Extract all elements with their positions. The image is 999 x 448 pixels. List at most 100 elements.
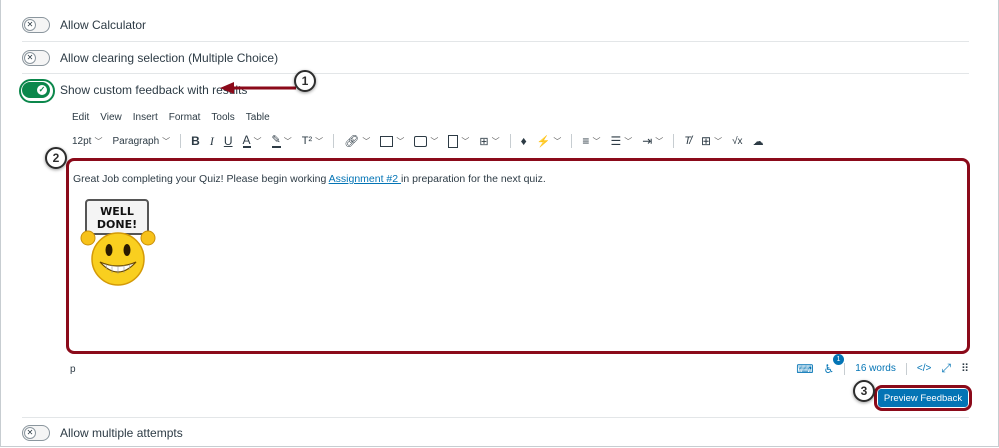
italic-icon[interactable]: I: [210, 134, 214, 149]
option-label: Allow clearing selection (Multiple Choic…: [60, 51, 279, 65]
image-text-line1: WELL: [100, 205, 134, 218]
check-icon: ✓: [36, 84, 48, 96]
clear-formatting-icon[interactable]: T̸: [684, 135, 691, 147]
menu-insert[interactable]: Insert: [133, 112, 158, 123]
divider: [22, 417, 969, 418]
toolbar-separator: [571, 134, 573, 148]
image-icon: [380, 135, 394, 147]
chevron-down-icon: ﹀: [592, 136, 601, 146]
chevron-down-icon: ﹀: [94, 136, 103, 146]
accessibility-icon: ♿︎: [823, 361, 835, 376]
chevron-down-icon: ﹀: [283, 136, 292, 146]
option-allow-clearing-selection: ✕ Allow clearing selection (Multiple Cho…: [22, 50, 969, 66]
apps-button[interactable]: ⊞ ﹀: [479, 135, 499, 148]
align-button[interactable]: ≡ ﹀: [582, 134, 600, 148]
assignment-link[interactable]: Assignment #2: [329, 173, 401, 185]
toolbar-separator: [509, 134, 511, 148]
fullscreen-icon[interactable]: ⤢: [941, 361, 951, 376]
indent-button[interactable]: ⇥ ﹀: [642, 134, 663, 148]
show-custom-feedback-toggle[interactable]: ✓: [22, 82, 50, 98]
close-icon: ✕: [24, 427, 36, 439]
block-format-value: Paragraph: [112, 135, 160, 147]
image-button[interactable]: ﹀: [380, 135, 405, 147]
menu-table[interactable]: Table: [246, 112, 270, 123]
menu-tools[interactable]: Tools: [211, 112, 234, 123]
toolbar-separator: [333, 134, 335, 148]
plug-icon: ⚡: [536, 135, 551, 148]
table-button[interactable]: ⊞ ﹀: [701, 134, 722, 148]
chevron-down-icon: ﹀: [655, 136, 664, 146]
link-button[interactable]: 🔗︎ ﹀: [344, 134, 370, 148]
close-icon: ✕: [24, 52, 36, 64]
chevron-down-icon: ﹀: [396, 136, 405, 146]
superscript-icon: T²: [301, 135, 313, 147]
feedback-text-end: in preparation for the next quiz.: [401, 173, 546, 185]
embed-button[interactable]: ⚡ ﹀: [537, 135, 562, 148]
chevron-down-icon: ﹀: [430, 136, 439, 146]
toolbar-separator: [673, 134, 675, 148]
keyboard-icon[interactable]: ⌨: [796, 362, 813, 376]
element-path[interactable]: p: [70, 364, 76, 375]
chevron-down-icon: ﹀: [253, 136, 262, 146]
chevron-down-icon: ﹀: [461, 136, 470, 146]
image-text-line2: DONE!: [97, 218, 137, 231]
block-format-select[interactable]: Paragraph ﹀: [112, 136, 170, 147]
media-button[interactable]: ﹀: [414, 135, 439, 147]
menu-edit[interactable]: Edit: [72, 112, 89, 123]
allow-calculator-toggle[interactable]: ✕: [22, 17, 50, 33]
option-label: Allow Calculator: [60, 18, 147, 32]
callout-arrow: [220, 82, 296, 94]
feedback-text: Great Job completing your Quiz! Please b…: [73, 173, 546, 185]
option-show-custom-feedback: ✓ Show custom feedback with results: [22, 82, 969, 98]
option-allow-calculator: ✕ Allow Calculator: [22, 17, 969, 33]
underline-icon[interactable]: U: [224, 134, 233, 148]
media-icon: [414, 135, 428, 147]
menu-view[interactable]: View: [100, 112, 122, 123]
accessibility-checker-button[interactable]: ♿︎: [824, 362, 835, 376]
font-size-value: 12pt: [72, 135, 92, 147]
close-icon: ✕: [24, 19, 36, 31]
document-button[interactable]: ﹀: [448, 134, 470, 148]
editor-menubar: Edit View Insert Format Tools Table: [72, 112, 281, 123]
html-editor-toggle[interactable]: </>: [917, 363, 931, 374]
table-icon: ⊞: [701, 134, 712, 148]
divider: [22, 73, 969, 74]
allow-multiple-attempts-toggle[interactable]: ✕: [22, 425, 50, 441]
font-size-select[interactable]: 12pt ﹀: [72, 136, 102, 147]
chevron-down-icon: ﹀: [624, 136, 633, 146]
highlight-color-button[interactable]: ✎ ﹀: [271, 133, 292, 148]
cloud-icon[interactable]: ☁: [753, 135, 764, 148]
editor-statusbar: ⌨ ♿︎ 16 words </> ⤢ ⠿: [786, 361, 969, 376]
statusbar-separator: [905, 362, 907, 375]
link-icon: 🔗︎: [344, 134, 360, 148]
callout-badge-1: 1: [294, 70, 316, 92]
rich-content-editor[interactable]: [66, 158, 970, 354]
highlighter-icon: ✎: [271, 133, 281, 148]
bullet-list-icon: ☰: [610, 134, 622, 148]
menu-format[interactable]: Format: [169, 112, 201, 123]
indent-icon: ⇥: [642, 134, 653, 148]
allow-clearing-toggle[interactable]: ✕: [22, 50, 50, 66]
chevron-down-icon: ﹀: [553, 136, 562, 146]
document-icon: [448, 134, 459, 148]
word-count[interactable]: 16 words: [855, 363, 896, 374]
equation-icon[interactable]: ♦: [521, 134, 527, 148]
math-icon[interactable]: √x: [732, 136, 743, 147]
superscript-button[interactable]: T² ﹀: [302, 135, 323, 147]
list-button[interactable]: ☰ ﹀: [610, 134, 632, 148]
align-left-icon: ≡: [582, 134, 590, 148]
statusbar-separator: [844, 362, 846, 375]
chevron-down-icon: ﹀: [162, 136, 171, 146]
chevron-down-icon: ﹀: [491, 136, 500, 146]
resize-handle-icon[interactable]: ⠿: [961, 362, 969, 375]
well-done-smiley-image: WELL DONE!: [80, 199, 156, 286]
divider: [22, 41, 969, 42]
bold-icon[interactable]: B: [191, 134, 200, 148]
accessibility-issue-count: 1: [833, 354, 844, 365]
chevron-down-icon: ﹀: [362, 136, 371, 146]
chevron-down-icon: ﹀: [714, 136, 723, 146]
text-color-icon: A: [242, 132, 251, 148]
text-color-button[interactable]: A ﹀: [242, 132, 262, 148]
callout-badge-3: 3: [853, 380, 875, 402]
preview-feedback-button[interactable]: Preview Feedback: [878, 389, 968, 407]
